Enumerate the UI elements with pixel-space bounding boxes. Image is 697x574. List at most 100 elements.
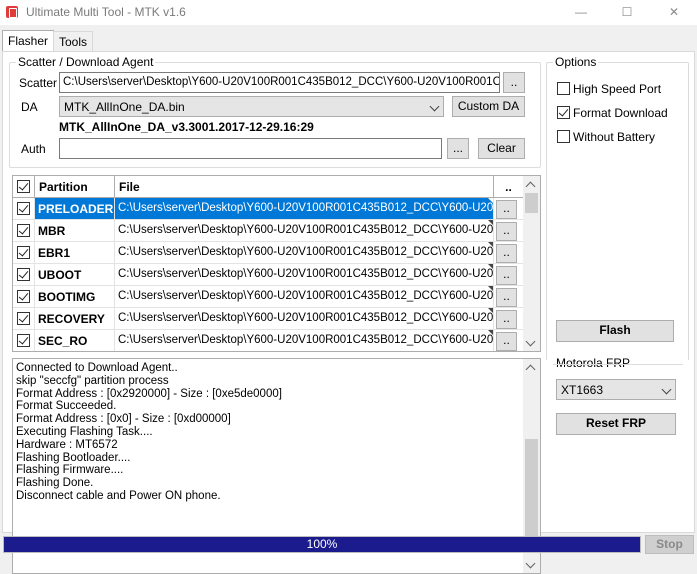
table-header: Partition File .. — [13, 176, 523, 198]
partition-checkbox[interactable] — [17, 224, 30, 237]
scroll-up-icon[interactable] — [525, 364, 536, 375]
partition-browse-button[interactable]: .. — [496, 310, 517, 329]
auth-field[interactable] — [59, 138, 442, 159]
partition-browse-button[interactable]: .. — [496, 244, 517, 263]
partition-scrollbar[interactable] — [523, 176, 540, 351]
partition-checkbox[interactable] — [17, 246, 30, 259]
partition-browse-button[interactable]: .. — [496, 332, 517, 351]
flash-button[interactable]: Flash — [556, 320, 674, 342]
partition-file[interactable]: C:\Users\server\Desktop\Y600-U20V100R001… — [115, 220, 494, 241]
partition-browse-button[interactable]: .. — [496, 288, 517, 307]
da-info-text: MTK_AllInOne_DA_v3.3001.2017-12-29.16:29 — [59, 120, 314, 134]
partition-file-path: C:\Users\server\Desktop\Y600-U20V100R001… — [118, 268, 494, 280]
partition-browse-button[interactable]: .. — [496, 200, 517, 219]
high-speed-port-label: High Speed Port — [573, 82, 662, 96]
log-lines: Connected to Download Agent.. skip "seccf… — [13, 362, 282, 503]
reset-frp-button[interactable]: Reset FRP — [556, 413, 676, 435]
da-select-value: MTK_AllInOne_DA.bin — [64, 100, 185, 114]
row-check-cell — [13, 264, 35, 285]
scroll-thumb[interactable] — [525, 193, 538, 213]
options-title: Options — [553, 55, 599, 69]
scatter-path-field[interactable]: C:\Users\server\Desktop\Y600-U20V100R001… — [59, 72, 500, 93]
header-file[interactable]: File — [115, 176, 494, 197]
custom-da-button[interactable]: Custom DA — [452, 96, 525, 117]
da-label: DA — [21, 100, 38, 114]
partition-name: SEC_RO — [35, 330, 115, 351]
table-row[interactable]: UBOOT C:\Users\server\Desktop\Y600-U20V10… — [13, 264, 523, 286]
partition-file-path: C:\Users\server\Desktop\Y600-U20V100R001… — [118, 290, 494, 302]
partition-checkbox[interactable] — [17, 290, 30, 303]
partition-file-path: C:\Users\server\Desktop\Y600-U20V100R001… — [118, 312, 494, 324]
table-row[interactable]: PRELOADER C:\Users\server\Desktop\Y600-U2… — [13, 198, 523, 220]
without-battery-checkbox[interactable] — [557, 130, 570, 143]
row-check-cell — [13, 330, 35, 351]
partition-name: EBR1 — [35, 242, 115, 263]
partition-file[interactable]: C:\Users\server\Desktop\Y600-U20V100R001… — [115, 308, 494, 329]
log-line: Hardware : MT6572 — [16, 438, 118, 451]
header-check-cell — [13, 176, 35, 197]
partition-file-path: C:\Users\server\Desktop\Y600-U20V100R001… — [118, 224, 494, 236]
partition-file-path: C:\Users\server\Desktop\Y600-U20V100R001… — [118, 334, 494, 346]
group-divider — [553, 364, 683, 365]
table-row[interactable]: BOOTIMG C:\Users\server\Desktop\Y600-U20V… — [13, 286, 523, 308]
select-all-checkbox[interactable] — [17, 180, 30, 193]
minimize-button[interactable]: — — [558, 0, 604, 25]
partition-file[interactable]: C:\Users\server\Desktop\Y600-U20V100R001… — [115, 264, 494, 285]
motorola-frp-title: Motorola FRP — [554, 356, 633, 370]
progress-text: 100% — [306, 537, 338, 551]
partition-file[interactable]: C:\Users\server\Desktop\Y600-U20V100R001… — [115, 242, 494, 263]
row-check-cell — [13, 220, 35, 241]
partition-file-path: C:\Users\server\Desktop\Y600-U20V100R001… — [118, 246, 494, 258]
row-check-cell — [13, 286, 35, 307]
table-row[interactable]: SEC_RO C:\Users\server\Desktop\Y600-U20V1… — [13, 330, 523, 351]
partition-checkbox[interactable] — [17, 202, 30, 215]
tab-flasher[interactable]: Flasher — [2, 30, 55, 51]
log-line: Flashing Firmware.... — [16, 464, 124, 477]
log-line: Flashing Bootloader.... — [16, 451, 131, 464]
row-check-cell — [13, 308, 35, 329]
chevron-down-icon — [429, 101, 440, 112]
partition-file[interactable]: C:\Users\server\Desktop\Y600-U20V100R001… — [115, 198, 494, 219]
log-line: Format Address : [0x0] - Size : [0xd0000… — [16, 413, 231, 426]
partition-browse-button[interactable]: .. — [496, 222, 517, 241]
da-select[interactable]: MTK_AllInOne_DA.bin — [59, 96, 444, 117]
partition-table: Partition File .. PRELOADER C:\Users\serv… — [12, 175, 541, 352]
high-speed-port-checkbox[interactable] — [557, 82, 570, 95]
log-line: Disconnect cable and Power ON phone. — [16, 489, 221, 502]
scroll-down-icon[interactable] — [525, 336, 536, 347]
log-line: skip "seccfg" partition process — [16, 374, 169, 387]
partition-browse-button[interactable]: .. — [496, 266, 517, 285]
scroll-down-icon[interactable] — [525, 558, 536, 569]
partition-file-path: C:\Users\server\Desktop\Y600-U20V100R001… — [118, 202, 494, 214]
close-button[interactable]: ✕ — [651, 0, 697, 25]
dropdown-corner-icon — [488, 220, 493, 225]
header-partition[interactable]: Partition — [35, 176, 115, 197]
partition-checkbox[interactable] — [17, 334, 30, 347]
clear-button[interactable]: Clear — [478, 138, 525, 159]
format-download-checkbox[interactable] — [557, 106, 570, 119]
log-line: Format Address : [0x2920000] - Size : [0… — [16, 387, 282, 400]
partition-name: PRELOADER — [35, 198, 115, 219]
auth-label: Auth — [21, 142, 46, 156]
partition-file[interactable]: C:\Users\server\Desktop\Y600-U20V100R001… — [115, 286, 494, 307]
partition-name: BOOTIMG — [35, 286, 115, 307]
row-check-cell — [13, 242, 35, 263]
scroll-up-icon[interactable] — [525, 181, 536, 192]
partition-checkbox[interactable] — [17, 312, 30, 325]
dropdown-corner-icon — [488, 286, 493, 291]
table-row[interactable]: MBR C:\Users\server\Desktop\Y600-U20V100R… — [13, 220, 523, 242]
maximize-button[interactable]: ☐ — [604, 0, 650, 25]
table-row[interactable]: EBR1 C:\Users\server\Desktop\Y600-U20V100… — [13, 242, 523, 264]
log-line: Executing Flashing Task.... — [16, 425, 153, 438]
dropdown-corner-icon — [488, 242, 493, 247]
motorola-model-select[interactable]: XT1663 — [556, 379, 676, 400]
title-bar: Ultimate Multi Tool - MTK v1.6 — ☐ ✕ — [0, 0, 697, 25]
scatter-browse-button[interactable]: .. — [503, 72, 525, 93]
partition-file[interactable]: C:\Users\server\Desktop\Y600-U20V100R001… — [115, 330, 494, 351]
progress-bar: 100% — [3, 536, 641, 553]
auth-browse-button[interactable]: ... — [447, 138, 469, 159]
partition-checkbox[interactable] — [17, 268, 30, 281]
stop-button[interactable]: Stop — [645, 535, 694, 554]
tab-tools-frp[interactable]: Tools / FRP — [53, 31, 94, 77]
table-row[interactable]: RECOVERY C:\Users\server\Desktop\Y600-U20… — [13, 308, 523, 330]
